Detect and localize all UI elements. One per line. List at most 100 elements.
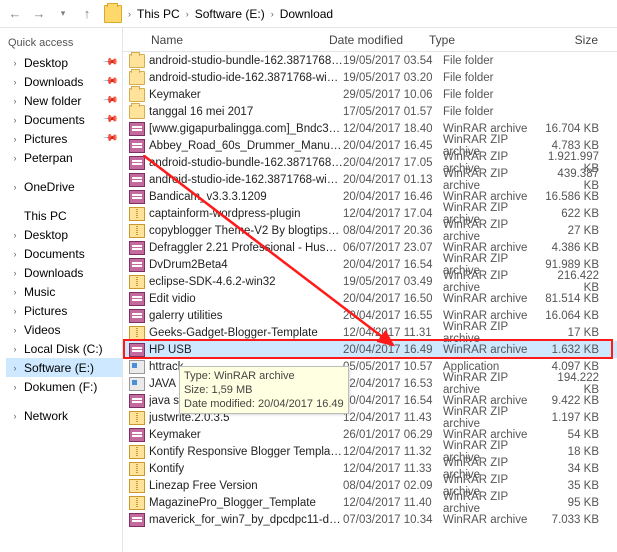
col-date[interactable]: Date modified	[323, 33, 423, 47]
folder-icon	[104, 5, 122, 23]
file-type: WinRAR ZIP archive	[443, 219, 543, 243]
sidebar-item[interactable]: › Peterpan	[6, 148, 122, 167]
file-date: 12/04/2017 11.33	[343, 463, 443, 475]
file-date: 08/04/2017 20.36	[343, 225, 443, 237]
file-size: 16.704 KB	[543, 123, 617, 135]
file-row[interactable]: copyblogger Theme-V2 By blogtipsntrick…0…	[123, 222, 617, 239]
rar-icon	[129, 241, 145, 255]
file-date: 12/04/2017 11.40	[343, 497, 443, 509]
sidebar-item[interactable]: › Documents	[6, 244, 122, 263]
file-row[interactable]: Edit vidio20/04/2017 16.50WinRAR archive…	[123, 290, 617, 307]
sidebar-item[interactable]: ›Documents📌	[6, 110, 122, 129]
sidebar-item-label: Peterpan	[24, 151, 73, 165]
breadcrumb[interactable]: › This PC › Software (E:) › Download	[128, 5, 337, 23]
sidebar-item[interactable]: ›Music	[6, 282, 122, 301]
file-date: 12/04/2017 11.43	[343, 412, 443, 424]
col-type[interactable]: Type	[423, 33, 523, 47]
crumb-this-pc[interactable]: This PC	[133, 5, 184, 23]
col-name[interactable]: Name	[123, 33, 323, 47]
column-headers[interactable]: Name Date modified Type Size	[123, 28, 617, 52]
sidebar-item-label: Pictures	[24, 304, 67, 318]
chevron-right-icon: ›	[10, 268, 20, 278]
file-size: 16.586 KB	[543, 191, 617, 203]
sidebar-item[interactable]: ›Desktop📌	[6, 53, 122, 72]
this-pc[interactable]: This PC	[6, 206, 122, 225]
file-name: DvDrum2Beta4	[149, 259, 343, 271]
network[interactable]: ›Network	[6, 406, 122, 425]
sidebar-item-label: Desktop	[24, 56, 68, 70]
zip-icon	[129, 445, 145, 459]
tooltip-size: Size: 1,59 MB	[184, 383, 344, 397]
file-name: Edit vidio	[149, 293, 343, 305]
rar-icon	[129, 343, 145, 357]
sidebar-item[interactable]: ›Software (E:)	[6, 358, 122, 377]
zip-icon	[129, 207, 145, 221]
file-name: Kontify Responsive Blogger Template Fre…	[149, 446, 343, 458]
sidebar-item[interactable]: ›Desktop	[6, 225, 122, 244]
chevron-right-icon: ›	[10, 287, 20, 297]
file-row[interactable]: HP USB20/04/2017 16.49WinRAR archive1.63…	[123, 341, 617, 358]
sidebar-item[interactable]: › Downloads	[6, 263, 122, 282]
sidebar-item-label: New folder	[24, 94, 81, 108]
sidebar-item-label: Pictures	[24, 132, 67, 146]
file-date: 12/04/2017 17.04	[343, 208, 443, 220]
sidebar-item-label: Downloads	[24, 75, 83, 89]
back-button[interactable]: ←	[4, 3, 26, 25]
sidebar-item[interactable]: ›Downloads📌	[6, 72, 122, 91]
sidebar-item[interactable]: ›Local Disk (C:)	[6, 339, 122, 358]
quick-access-header[interactable]: Quick access	[6, 34, 122, 53]
network-label: Network	[24, 409, 68, 423]
file-name: Geeks-Gadget-Blogger-Template	[149, 327, 343, 339]
file-size: 1.632 KB	[543, 344, 617, 356]
sidebar-item-label: Downloads	[24, 266, 83, 280]
file-date: 19/05/2017 03.54	[343, 55, 443, 67]
file-row[interactable]: android-studio-ide-162.3871768-window…20…	[123, 171, 617, 188]
file-name: [www.gigapurbalingga.com]_Bndc3311191	[149, 123, 343, 135]
file-date: 19/05/2017 03.49	[343, 276, 443, 288]
col-size[interactable]: Size	[523, 33, 617, 47]
onedrive[interactable]: ›OneDrive	[6, 177, 122, 196]
rar-icon	[129, 139, 145, 153]
file-name: MagazinePro_Blogger_Template	[149, 497, 343, 509]
rar-icon	[129, 122, 145, 136]
file-row[interactable]: Geeks-Gadget-Blogger-Template12/04/2017 …	[123, 324, 617, 341]
file-type: File folder	[443, 55, 543, 67]
file-pane: Name Date modified Type Size android-stu…	[123, 28, 617, 552]
crumb-drive[interactable]: Software (E:)	[191, 5, 269, 23]
file-name: Keymaker	[149, 429, 343, 441]
zip-icon	[129, 496, 145, 510]
app-icon	[129, 360, 145, 374]
zip-icon	[129, 224, 145, 238]
sidebar-item[interactable]: ›Videos	[6, 320, 122, 339]
chevron-right-icon[interactable]: ›	[271, 9, 274, 19]
sidebar-item[interactable]: ›Pictures	[6, 301, 122, 320]
file-size: 4.386 KB	[543, 242, 617, 254]
file-date: 29/05/2017 10.06	[343, 89, 443, 101]
chevron-right-icon[interactable]: ›	[128, 9, 131, 19]
file-row[interactable]: tanggal 16 mei 201717/05/2017 01.57File …	[123, 103, 617, 120]
chevron-right-icon: ›	[10, 153, 20, 163]
chevron-right-icon[interactable]: ›	[186, 9, 189, 19]
crumb-folder[interactable]: Download	[276, 5, 337, 23]
history-dropdown[interactable]: ▾	[52, 3, 74, 25]
sidebar-item[interactable]: ›Dokumen (F:)	[6, 377, 122, 396]
file-row[interactable]: android-studio-bundle-162.3871768-win…19…	[123, 52, 617, 69]
file-size: 9.422 KB	[543, 395, 617, 407]
sidebar-item[interactable]: ›Pictures📌	[6, 129, 122, 148]
chevron-right-icon: ›	[10, 249, 20, 259]
zip-icon	[129, 275, 145, 289]
file-row[interactable]: Keymaker29/05/2017 10.06File folder	[123, 86, 617, 103]
file-row[interactable]: android-studio-ide-162.3871768-window…19…	[123, 69, 617, 86]
sidebar-item[interactable]: ›New folder📌	[6, 91, 122, 110]
file-row[interactable]: maverick_for_win7_by_dpcdpc11-d37pjrj07/…	[123, 511, 617, 528]
file-row[interactable]: MagazinePro_Blogger_Template12/04/2017 1…	[123, 494, 617, 511]
sidebar-item-label: Documents	[24, 247, 85, 261]
file-size: 622 KB	[543, 208, 617, 220]
tooltip-type: Type: WinRAR archive	[184, 369, 344, 383]
file-type: WinRAR ZIP archive	[443, 491, 543, 515]
sidebar-item-label: Videos	[24, 323, 60, 337]
forward-button[interactable]: →	[28, 3, 50, 25]
up-button[interactable]: ↑	[76, 3, 98, 25]
file-name: copyblogger Theme-V2 By blogtipsntrick…	[149, 225, 343, 237]
file-row[interactable]: eclipse-SDK-4.6.2-win3219/05/2017 03.49W…	[123, 273, 617, 290]
